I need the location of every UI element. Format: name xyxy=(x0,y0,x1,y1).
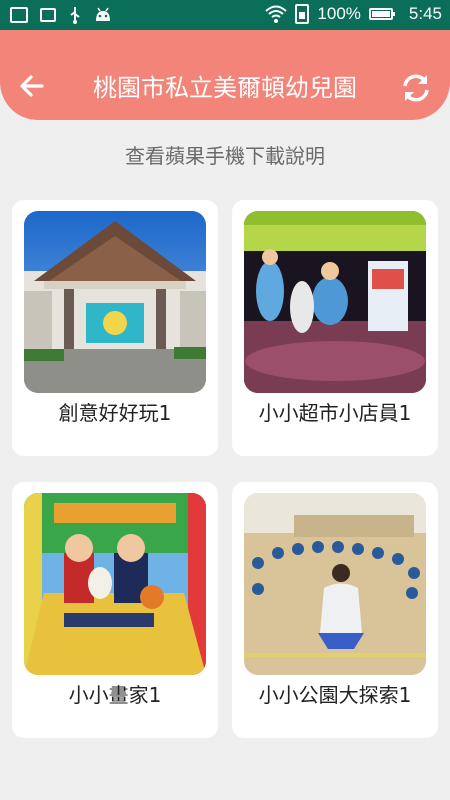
album-thumbnail xyxy=(244,493,426,675)
album-title: 小小畫家1 xyxy=(68,683,162,707)
wifi-icon xyxy=(265,5,288,23)
status-notification-icons xyxy=(10,6,112,24)
album-card[interactable]: 創意好好玩1 xyxy=(12,200,218,456)
refresh-icon[interactable] xyxy=(400,72,432,104)
android-icon xyxy=(96,7,110,21)
album-card[interactable]: 小小超市小店員1 xyxy=(232,200,438,456)
album-card[interactable]: 小小畫家1 xyxy=(12,482,218,738)
page-title: 桃園市私立美爾頓幼兒園 xyxy=(93,74,357,102)
battery-icon xyxy=(368,8,395,20)
status-bar: 100% 5:45 xyxy=(0,0,450,30)
app-header: 桃園市私立美爾頓幼兒園 xyxy=(0,30,450,120)
album-thumbnail xyxy=(24,493,206,675)
back-arrow-icon[interactable] xyxy=(18,72,46,100)
status-system-icons: 100% 5:45 xyxy=(265,4,442,24)
clock: 5:45 xyxy=(408,4,442,23)
album-title: 小小公園大探索1 xyxy=(258,683,412,707)
album-title: 小小超市小店員1 xyxy=(258,401,412,425)
album-thumbnail xyxy=(24,211,206,393)
album-title: 創意好好玩1 xyxy=(58,401,172,425)
album-thumbnail xyxy=(244,211,426,393)
usb-icon xyxy=(70,7,80,24)
sim-icon xyxy=(295,4,310,24)
album-card[interactable]: 小小公園大探索1 xyxy=(232,482,438,738)
screenshot-icon xyxy=(10,7,28,23)
code-icon xyxy=(40,8,56,22)
battery-percent: 100% xyxy=(317,4,361,23)
ios-download-instructions-link[interactable]: 查看蘋果手機下載說明 xyxy=(0,140,450,169)
